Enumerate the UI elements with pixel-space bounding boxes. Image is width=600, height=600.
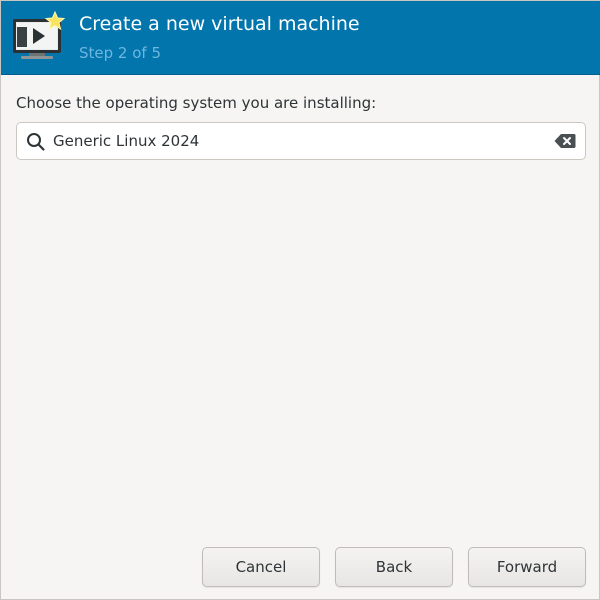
- cancel-button[interactable]: Cancel: [202, 547, 320, 587]
- back-button[interactable]: Back: [335, 547, 453, 587]
- clear-icon[interactable]: [554, 133, 576, 149]
- os-prompt-label: Choose the operating system you are inst…: [16, 94, 377, 112]
- new-vm-dialog: Create a new virtual machine Step 2 of 5…: [0, 0, 600, 600]
- forward-button[interactable]: Forward: [468, 547, 586, 587]
- os-search-input[interactable]: [53, 123, 543, 159]
- os-search-field[interactable]: [16, 122, 586, 160]
- search-icon: [27, 133, 45, 151]
- dialog-header: Create a new virtual machine Step 2 of 5: [1, 1, 600, 75]
- step-indicator: Step 2 of 5: [79, 44, 162, 62]
- dialog-title: Create a new virtual machine: [79, 13, 360, 35]
- new-vm-icon: [13, 11, 66, 59]
